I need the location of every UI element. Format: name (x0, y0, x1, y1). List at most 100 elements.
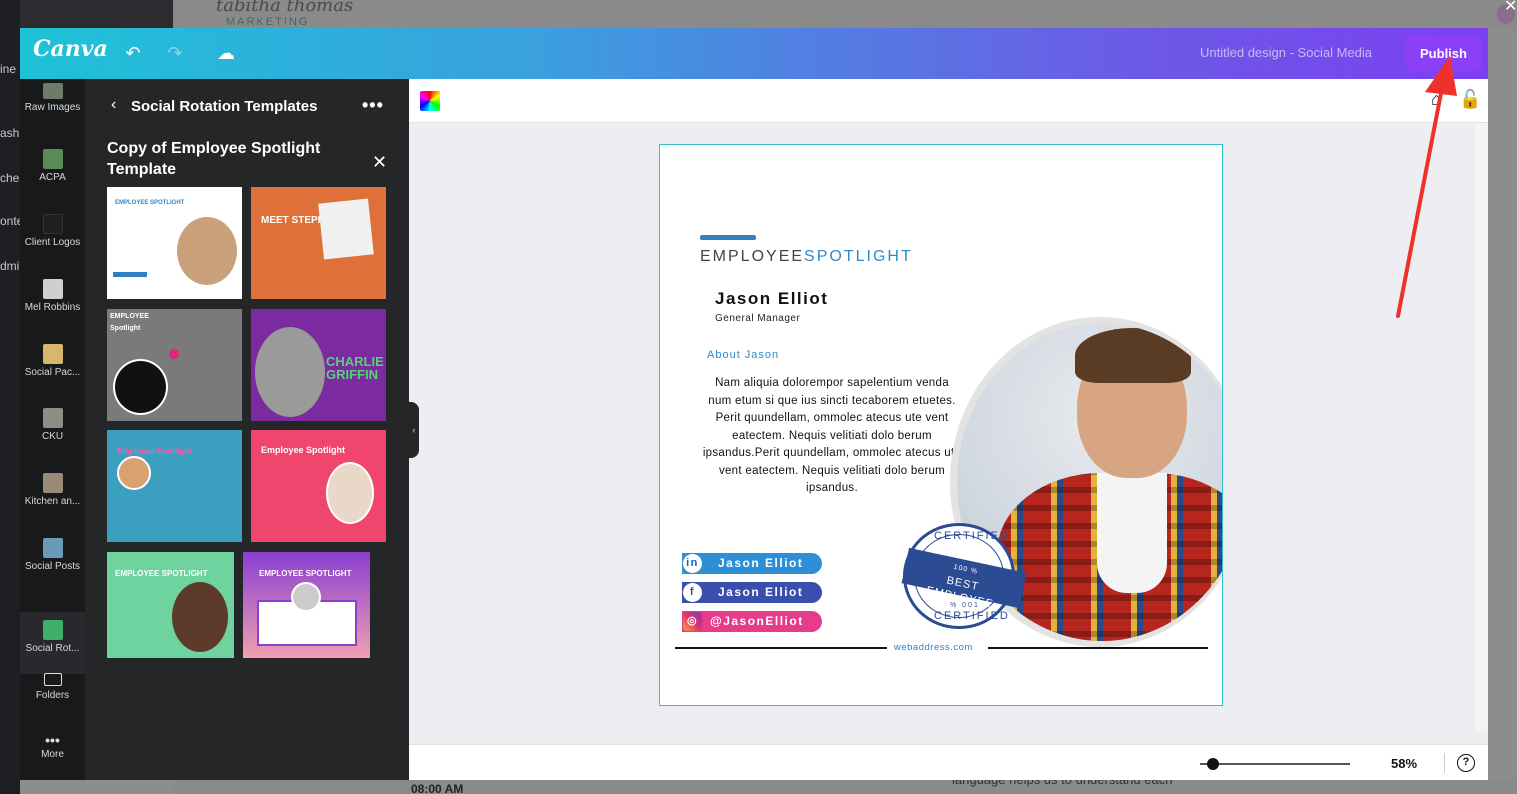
rail-item-client-logos[interactable]: Client Logos (20, 206, 85, 268)
rail-item-social-pac[interactable]: Social Pac... (20, 336, 85, 398)
rail-item-more[interactable]: ••• More (20, 729, 85, 791)
rail-item-social-rotation[interactable]: Social Rot... (20, 612, 85, 674)
badge-line: % 001 (950, 602, 980, 609)
photo-hair (1075, 328, 1191, 383)
help-icon[interactable]: ? (1457, 754, 1475, 772)
background-logo: tabitha thomas MARKETING (216, 0, 354, 28)
lock-icon[interactable]: 🔓 (1459, 89, 1481, 110)
facebook-handle: f Jason Elliot (682, 582, 822, 603)
template-thumbnail[interactable]: EMPLOYEE SPOTLIGHT (107, 187, 242, 299)
divider (1444, 753, 1445, 773)
template-photo (255, 327, 325, 417)
linkedin-icon: in (683, 554, 702, 573)
linkedin-handle: in Jason Elliot (682, 553, 822, 574)
rail-item-label: ACPA (39, 172, 66, 183)
redo-icon[interactable]: ↷ (163, 41, 187, 65)
close-icon[interactable]: ✕ (1504, 0, 1517, 16)
rail-item-label: Client Logos (24, 237, 81, 248)
rail-item-raw-images[interactable]: Raw Images (20, 79, 85, 141)
folder-icon (43, 673, 62, 686)
template-title: EMPLOYEE SPOTLIGHT (115, 569, 208, 578)
back-chevron-icon[interactable]: ‹ (111, 96, 116, 114)
facebook-label: Jason Elliot (718, 585, 804, 599)
template-photo (318, 198, 374, 260)
canva-logo[interactable]: Canva (33, 36, 108, 62)
badge-top-text: CERTIFIED (934, 530, 1010, 542)
editor-toolbar: ⌂ 🔓 (409, 79, 1488, 123)
rail-item-mel-robbins[interactable]: Mel Robbins (20, 271, 85, 333)
rail-item-acpa[interactable]: ACPA (20, 141, 85, 203)
template-title: Employee Spotlight (261, 445, 346, 455)
template-title: EMPLOYEE Spotlight (110, 313, 149, 332)
panel-subtitle: Copy of Employee Spotlight Template (107, 140, 321, 178)
rail-item-label: Social Posts (24, 561, 81, 572)
employee-role: General Manager (715, 313, 801, 324)
publish-button[interactable]: Publish (1406, 35, 1481, 71)
zoom-level[interactable]: 58% (1391, 756, 1417, 771)
color-picker-icon[interactable] (420, 91, 440, 111)
canvas-workarea: ⌂ 🔓 EMPLOYEESPOTLIGHT Jason Elliot Gener… (409, 79, 1488, 780)
folder-thumbnail (42, 83, 63, 99)
template-photo (291, 582, 321, 612)
template-thumbnail[interactable]: MEET STEPHANIE (251, 187, 386, 299)
rail-item-kitchen[interactable]: Kitchen an... (20, 465, 85, 527)
bio-text: Nam aliquia dolorempor sapelentium venda… (702, 377, 962, 494)
photo-tshirt (1097, 473, 1167, 593)
template-thumbnail[interactable]: EMPLOYEE SPOTLIGHT (243, 552, 370, 658)
design-page[interactable]: EMPLOYEESPOTLIGHT Jason Elliot General M… (659, 144, 1223, 706)
rail-item-folders[interactable]: Folders (20, 667, 85, 729)
footer-rule-right (988, 647, 1208, 649)
background-side-label: che (0, 171, 20, 185)
folder-thumbnail (42, 620, 63, 640)
scrollbar[interactable] (1475, 123, 1488, 731)
accent-bar (700, 235, 756, 240)
folder-thumbnail (42, 279, 63, 299)
footer-rule-left (675, 647, 887, 649)
more-dots-icon: ••• (45, 732, 60, 748)
undo-icon[interactable]: ↶ (121, 41, 145, 65)
folder-thumbnail (42, 149, 63, 169)
template-photo (117, 456, 151, 490)
template-bar (113, 272, 147, 277)
rail-item-label: Social Pac... (24, 367, 81, 378)
facebook-icon: f (683, 583, 702, 602)
background-side-label: dmi (0, 259, 20, 273)
about-heading: About Jason (707, 349, 780, 361)
rail-item-label: CKU (41, 431, 64, 442)
background-sidebar-top (20, 0, 173, 28)
rail-item-label: Mel Robbins (24, 302, 81, 313)
background-time: 08:00 AM (411, 782, 464, 794)
cloud-check-icon[interactable]: ☁ (214, 41, 238, 65)
zoom-slider-track[interactable] (1200, 763, 1350, 765)
background-content (173, 779, 1517, 794)
collapse-panel-handle[interactable]: ‹ (409, 402, 419, 458)
close-icon[interactable]: ✕ (372, 152, 387, 173)
canva-editor-modal: Canva ↶ ↷ ☁ Untitled design - Social Med… (20, 28, 1488, 780)
rail-item-social-posts[interactable]: Social Posts (20, 530, 85, 592)
instagram-label: @JasonElliot (710, 614, 804, 628)
template-thumbnail[interactable]: CHARLIE GRIFFIN (251, 309, 386, 421)
rail-item-label: Kitchen an... (24, 496, 81, 507)
template-thumbnail[interactable]: EMPLOYEE Spotlight (107, 309, 242, 421)
template-thumbnail[interactable]: EMPLOYEE SPOTLIGHT (107, 552, 234, 658)
employee-name: Jason Elliot (715, 289, 829, 308)
template-thumbnail[interactable]: Employee Spotlight (251, 430, 386, 542)
template-thumbnail[interactable]: Employee Spotlight (107, 430, 242, 542)
rail-item-label: Raw Images (24, 102, 81, 113)
paint-roller-icon[interactable]: ⌂ (1431, 89, 1442, 110)
zoom-slider-handle[interactable] (1207, 758, 1219, 770)
certified-badge: CERTIFIED 100 % BEST EMPLOYEE % 001 CERT… (901, 523, 1027, 629)
more-options-icon[interactable]: ••• (362, 95, 384, 116)
editor-footer: 58% ? (409, 744, 1488, 780)
website-text: webaddress.com (894, 642, 973, 653)
editor-topbar: Canva ↶ ↷ ☁ Untitled design - Social Med… (20, 28, 1488, 79)
linkedin-label: Jason Elliot (718, 556, 804, 570)
template-photo (177, 217, 237, 285)
spotlight-title: EMPLOYEESPOTLIGHT (700, 248, 913, 265)
badge-bottom-text: CERTIFIED (934, 610, 1010, 622)
template-photo (113, 359, 168, 415)
folder-thumbnail (42, 538, 63, 558)
design-title[interactable]: Untitled design - Social Media (1200, 45, 1372, 60)
folder-thumbnail (42, 408, 63, 428)
rail-item-cku[interactable]: CKU (20, 400, 85, 462)
